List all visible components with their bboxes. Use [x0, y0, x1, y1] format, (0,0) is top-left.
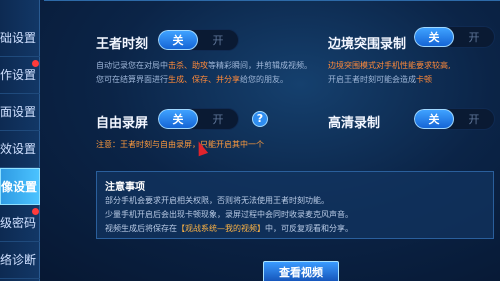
notes-line: 视频生成后将保存在【观战系统—我的视频】中，可反复观看和分享。 — [105, 224, 353, 233]
sidebar-item-control-settings[interactable]: 作设置 — [0, 57, 40, 94]
toggle-off-option[interactable]: 关 — [158, 30, 198, 50]
settings-sidebar: 础设置 作设置 面设置 效设置 像设置 级密码 络诊断 — [0, 0, 40, 281]
notes-line: 少量手机开启后会出现卡顿现象，录屏过程中会同时收录麦克风声音。 — [105, 210, 353, 219]
panel-frame — [44, 0, 500, 6]
sidebar-item-interface-settings[interactable]: 面设置 — [0, 94, 40, 131]
notes-line: 部分手机会要求开启相关权限，否则将无法使用王者时刻功能。 — [105, 196, 329, 205]
notes-title: 注意事项 — [105, 182, 145, 193]
toggle-off-option[interactable]: 关 — [414, 27, 454, 47]
highlight-moment-label: 王者时刻 — [96, 37, 149, 52]
highlight-moment-toggle[interactable]: 关 开 — [157, 29, 239, 51]
toggle-on-option[interactable]: 开 — [454, 27, 494, 47]
border-record-description: 边境突围模式对手机性能要求较高, 开启王者时刻可能会造成卡顿 — [328, 61, 451, 84]
notification-dot — [32, 60, 39, 67]
toggle-off-option[interactable]: 关 — [414, 109, 454, 129]
my-videos-link[interactable]: 【观战系统—我的视频】 — [177, 224, 265, 233]
view-videos-button[interactable]: 查看视频 — [263, 261, 339, 281]
notes-panel: 注意事项 部分手机会要求开启相关权限，否则将无法使用王者时刻功能。 少量手机开启… — [96, 171, 494, 239]
sidebar-item-network-diagnosis[interactable]: 络诊断 — [0, 242, 40, 279]
toggle-on-option[interactable]: 开 — [198, 30, 238, 50]
sidebar-item-secondary-password[interactable]: 级密码 — [0, 205, 40, 242]
toggle-on-option[interactable]: 开 — [198, 109, 238, 129]
hd-record-toggle[interactable]: 关 开 — [413, 108, 495, 130]
help-icon[interactable]: ? — [252, 111, 268, 127]
sidebar-item-video-settings[interactable]: 像设置 — [0, 168, 40, 205]
border-record-label: 边境突围录制 — [328, 37, 407, 52]
highlight-moment-description: 自动记录您在对局中击杀、助攻等精彩瞬间，并剪辑成视频。 您可在结算界面进行生成、… — [96, 61, 312, 84]
toggle-on-option[interactable]: 开 — [454, 109, 494, 129]
toggle-off-option[interactable]: 关 — [158, 109, 198, 129]
notification-dot — [32, 208, 39, 215]
free-record-toggle[interactable]: 关 开 — [157, 108, 239, 130]
free-record-label: 自由录屏 — [96, 116, 149, 131]
sidebar-item-basic-settings[interactable]: 础设置 — [0, 20, 40, 57]
sidebar-item-effects-settings[interactable]: 效设置 — [0, 131, 40, 168]
exclusive-notice: 注意：王者时刻与自由录屏，只能开启其中一个 — [96, 140, 264, 149]
hd-record-label: 高清录制 — [328, 116, 381, 131]
border-record-toggle[interactable]: 关 开 — [413, 26, 495, 48]
